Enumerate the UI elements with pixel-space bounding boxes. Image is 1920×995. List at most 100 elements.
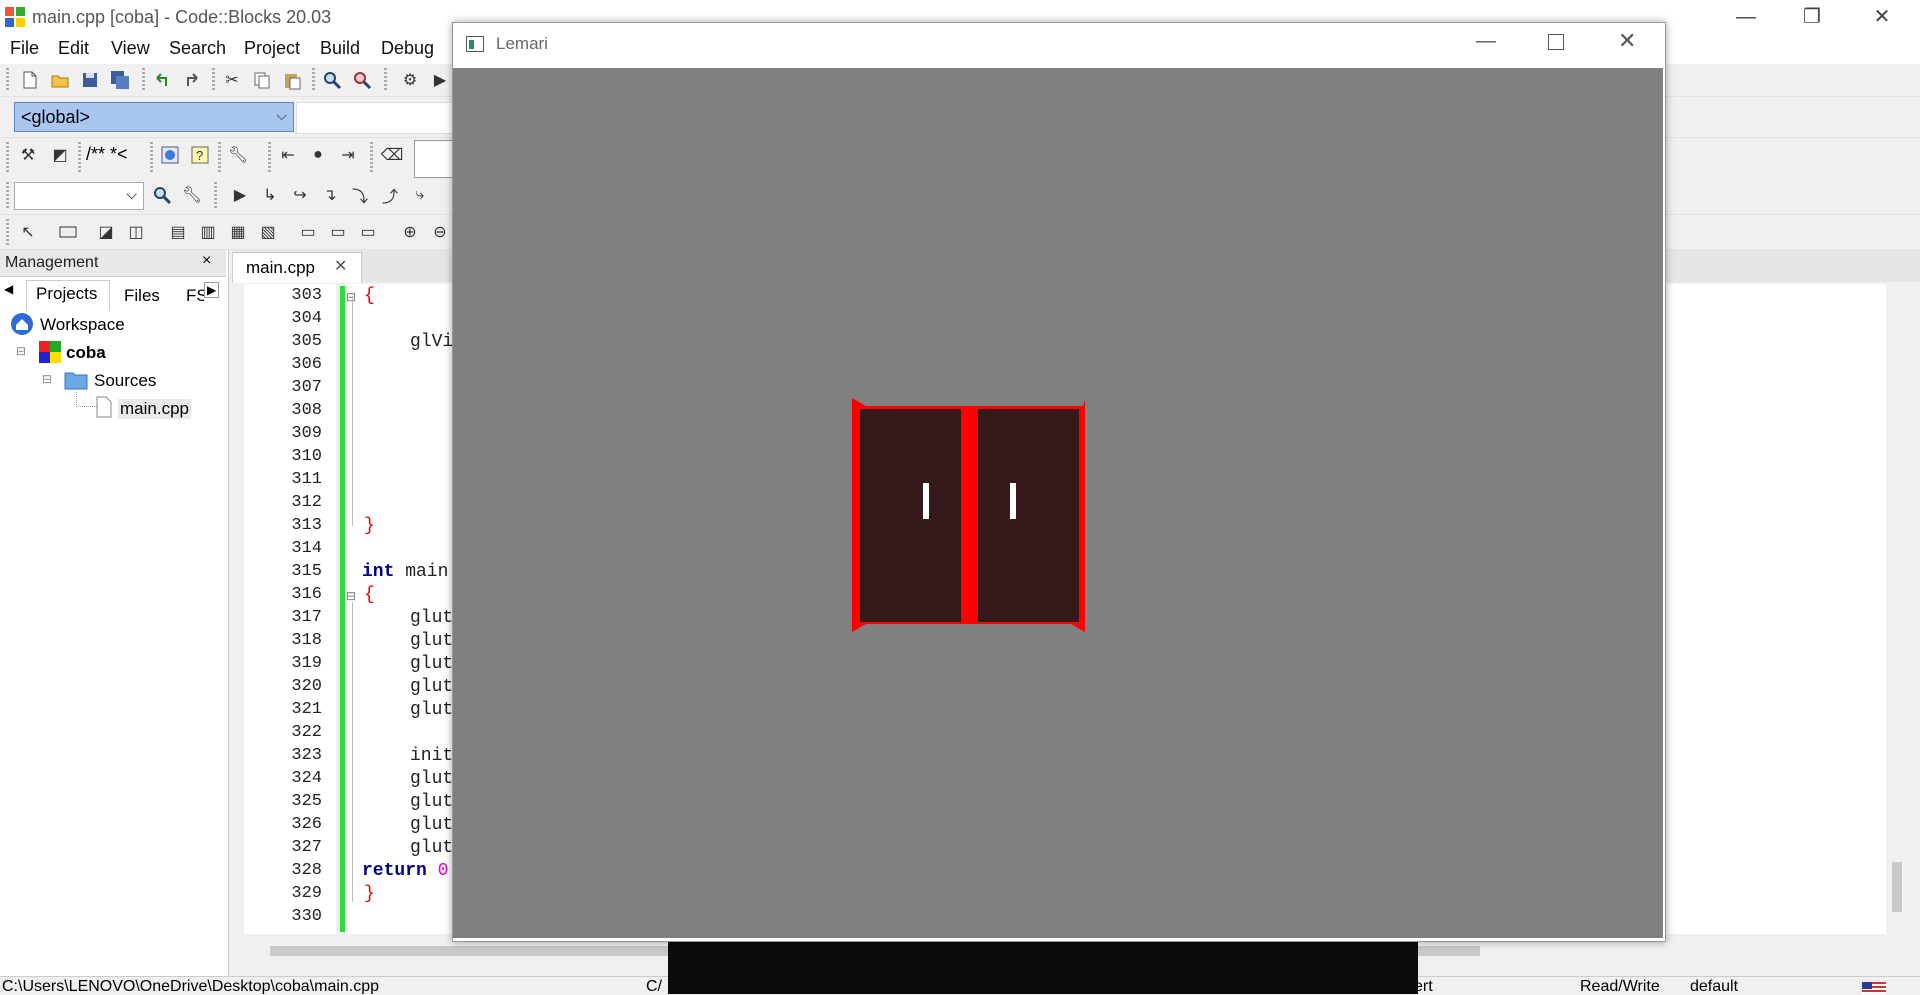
new-file-icon[interactable] (18, 69, 42, 91)
split-h-icon[interactable]: ◪ (94, 221, 118, 243)
replace-icon[interactable] (350, 69, 374, 91)
toolbar-grip[interactable] (6, 219, 9, 245)
run-icon[interactable]: ▶ (428, 69, 452, 91)
menu-build[interactable]: Build (320, 38, 360, 59)
collapse-icon[interactable]: ⊟ (42, 372, 52, 386)
tree-folder-sources[interactable]: Sources (94, 371, 156, 391)
html-docs-icon[interactable] (158, 144, 182, 166)
menu-file[interactable]: File (10, 38, 39, 59)
line-number: 320 (291, 677, 322, 696)
console-window[interactable] (668, 940, 1418, 994)
toolbar-grip[interactable] (212, 68, 215, 92)
extract-icon[interactable]: ◩ (48, 144, 72, 166)
step-into-icon[interactable]: ⤵ (348, 184, 372, 206)
target-select[interactable]: ⌵ (14, 182, 144, 210)
clear-icon[interactable]: ⌫ (380, 144, 404, 166)
help-icon[interactable]: ? (188, 144, 212, 166)
management-title: Management (5, 254, 99, 271)
align-center-icon[interactable]: ▥ (196, 221, 220, 243)
undo-icon[interactable] (150, 69, 174, 91)
split-v-icon[interactable]: ◫ (124, 221, 148, 243)
redo-icon[interactable] (180, 69, 204, 91)
vertical-scroll-thumb[interactable] (1892, 862, 1902, 912)
search-input[interactable] (414, 140, 456, 178)
align-fill-icon[interactable]: ▧ (256, 221, 280, 243)
collapse-icon[interactable]: ⊟ (16, 344, 26, 358)
next-instruction-icon[interactable]: ↴ (318, 184, 342, 206)
tab-fs[interactable]: FS (186, 286, 204, 312)
next-bookmark-icon[interactable]: ⇥ (336, 144, 360, 166)
align-left-icon[interactable]: ▤ (166, 221, 190, 243)
code-line-329: } (364, 884, 375, 904)
save-icon[interactable] (78, 69, 102, 91)
next-line-icon[interactable]: ↪ (288, 184, 312, 206)
wrench-icon[interactable]: 🔧︎ (226, 144, 250, 166)
open-file-icon[interactable] (48, 69, 72, 91)
toolbar-grip[interactable] (6, 182, 9, 210)
toolbar-grip[interactable] (150, 142, 153, 172)
paste-icon[interactable] (280, 69, 304, 91)
scope-select[interactable]: <global> ⌵ (14, 102, 294, 132)
toolbar-grip[interactable] (312, 68, 315, 92)
toolbar-grip[interactable] (268, 142, 271, 172)
align-right-icon[interactable]: ▦ (226, 221, 250, 243)
border-right-icon[interactable]: ▭ (326, 221, 350, 243)
toolbar-grip[interactable] (370, 142, 373, 172)
close-button[interactable]: ✕ (1852, 0, 1912, 34)
border-left-icon[interactable]: ▭ (296, 221, 320, 243)
tab-scroll-right-icon[interactable]: ▶ (204, 282, 220, 298)
toolbar-grip[interactable] (384, 68, 387, 92)
zoom-out-icon[interactable]: ⊖ (428, 221, 452, 243)
build-settings-gear-icon[interactable]: ⚙ (398, 69, 422, 91)
menu-search[interactable]: Search (169, 38, 226, 59)
minimize-button[interactable]: — (1716, 0, 1776, 34)
prev-bookmark-icon[interactable]: ⇤ (276, 144, 300, 166)
tab-scroll-left-icon[interactable]: ◀ (4, 282, 13, 296)
line-number: 309 (291, 424, 322, 443)
us-flag-icon (1862, 982, 1886, 994)
lemari-minimize-button[interactable]: — (1476, 30, 1496, 53)
step-out-icon[interactable]: ⤴ (378, 184, 402, 206)
border-both-icon[interactable]: ▭ (356, 221, 380, 243)
symbol-select[interactable] (296, 102, 458, 134)
opengl-canvas[interactable] (453, 68, 1663, 938)
toolbar-grip[interactable] (78, 142, 81, 172)
debug-continue-icon[interactable]: ▶ (228, 184, 252, 206)
step-into-instruction-icon[interactable]: ⤷ (408, 184, 432, 206)
doxywizard-icon[interactable]: ⚒ (16, 144, 40, 166)
save-all-icon[interactable] (108, 69, 132, 91)
fold-icon[interactable]: ⊟ (346, 589, 356, 603)
tree-workspace[interactable]: Workspace (40, 315, 125, 335)
toolbar-grip[interactable] (214, 182, 217, 210)
rect-icon[interactable] (56, 221, 80, 243)
restore-button[interactable]: ❐ (1782, 0, 1842, 34)
tab-files[interactable]: Files (124, 286, 160, 312)
menu-edit[interactable]: Edit (58, 38, 89, 59)
toolbar-grip[interactable] (6, 68, 9, 92)
menu-project[interactable]: Project (244, 38, 300, 59)
close-icon[interactable]: ✕ (334, 256, 347, 276)
insert-comment-button[interactable]: /** *< (86, 144, 128, 165)
menu-view[interactable]: View (111, 38, 150, 59)
find-icon[interactable] (150, 184, 174, 206)
left-door (860, 409, 961, 622)
find-icon[interactable] (320, 69, 344, 91)
cut-icon[interactable]: ✂ (220, 69, 244, 91)
tree-file-main[interactable]: main.cpp (118, 399, 191, 419)
tree-project[interactable]: coba (66, 343, 106, 363)
toolbar-grip[interactable] (6, 142, 9, 172)
run-to-cursor-icon[interactable]: ↳ (258, 184, 282, 206)
vertical-scrollbar[interactable] (1886, 284, 1908, 934)
management-close-button[interactable]: × (202, 252, 211, 270)
toolbar-grip[interactable] (142, 68, 145, 92)
lemari-close-button[interactable]: ✕ (1618, 28, 1636, 54)
lemari-maximize-button[interactable] (1548, 34, 1564, 50)
code-main: main (394, 562, 449, 582)
pointer-icon[interactable]: ↖ (16, 221, 40, 243)
menu-debug[interactable]: Debug (381, 38, 434, 59)
copy-icon[interactable] (250, 69, 274, 91)
toolbar-grip[interactable] (218, 142, 221, 172)
settings-wrench-icon[interactable]: 🔧︎ (180, 184, 204, 206)
zoom-in-icon[interactable]: ⊕ (398, 221, 422, 243)
toggle-bookmark-icon[interactable]: ● (306, 144, 330, 166)
